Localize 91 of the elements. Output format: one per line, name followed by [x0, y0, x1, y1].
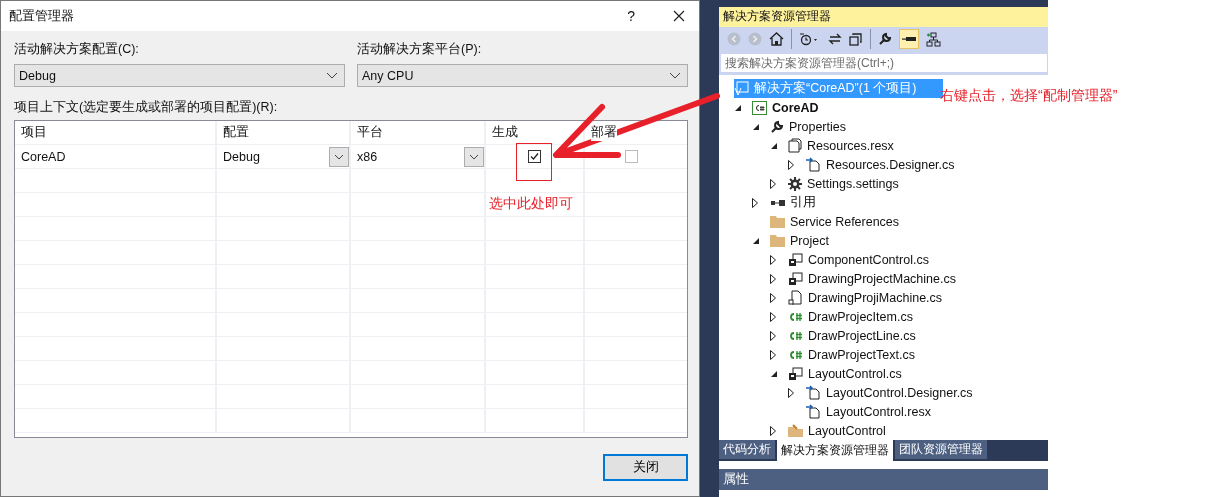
close-button[interactable]: 关闭	[603, 453, 688, 481]
csharp-file-icon	[788, 349, 803, 360]
panel-tab[interactable]: 解决方案资源管理器	[777, 440, 893, 462]
pin-button[interactable]	[899, 29, 919, 50]
collapsed-arrow-icon[interactable]	[752, 197, 758, 208]
deploy-checkbox[interactable]	[625, 150, 638, 163]
grid-label: 项目上下文(选定要生成或部署的项目配置)(R):	[13, 99, 279, 116]
gear-icon	[788, 176, 802, 191]
column-header: 生成	[492, 124, 518, 141]
annotation-note: 选中此处即可	[489, 195, 573, 213]
column-header: 平台	[357, 124, 383, 141]
collapsed-arrow-icon[interactable]	[770, 178, 776, 189]
collapsed-arrow-icon[interactable]	[770, 292, 776, 303]
tree-item[interactable]: Service References	[770, 212, 904, 232]
chevron-down-icon	[334, 153, 344, 160]
column-header: 配置	[223, 124, 249, 141]
platform-cell-dropdown[interactable]: x86	[351, 145, 486, 168]
linked-file-icon	[806, 404, 821, 420]
tree-item[interactable]: Project	[770, 231, 833, 251]
column-header: 部署	[591, 124, 617, 141]
properties-title: 属性	[723, 471, 749, 489]
highlight-frame	[516, 143, 552, 181]
expanded-arrow-icon[interactable]	[770, 141, 778, 150]
tree-item[interactable]: Properties	[770, 117, 850, 137]
pin-icon	[902, 36, 916, 43]
collapsed-arrow-icon[interactable]	[770, 311, 776, 322]
panel-tab[interactable]: 代码分析	[719, 440, 775, 460]
tree-item[interactable]: LayoutControl.cs	[788, 364, 906, 384]
linked-file-icon	[806, 157, 821, 173]
config-label: 活动解决方案配置(C):	[14, 41, 140, 58]
tree-item[interactable]: DrawProjecItem.cs	[788, 307, 917, 327]
column-header: 项目	[21, 124, 47, 141]
tree-item[interactable]: Resources.Designer.cs	[806, 155, 959, 175]
chevron-down-icon	[669, 71, 681, 80]
tree-item[interactable]: DrawProjectText.cs	[788, 345, 919, 365]
panel-title: 解决方案资源管理器	[723, 8, 831, 26]
tree-item[interactable]: DrawingProjectMachine.cs	[788, 269, 960, 289]
close-icon[interactable]	[673, 10, 685, 22]
document-icon	[788, 290, 803, 306]
collapsed-arrow-icon[interactable]	[788, 387, 794, 398]
document-icon	[788, 138, 802, 154]
build-checkbox[interactable]	[528, 150, 541, 163]
csharp-file-icon	[788, 311, 803, 322]
tree-item[interactable]: Settings.settings	[788, 174, 903, 194]
tree-item[interactable]: LayoutControl.Designer.cs	[806, 383, 977, 403]
linked-file-icon	[806, 385, 821, 401]
tree-item[interactable]: CoreAD	[752, 98, 823, 118]
folder-icon	[770, 234, 785, 248]
collapsed-arrow-icon[interactable]	[788, 159, 794, 170]
class-diagram-icon[interactable]	[926, 31, 941, 47]
home-icon[interactable]	[769, 32, 784, 47]
tree-item[interactable]: DrawingProjiMachine.cs	[788, 288, 947, 308]
help-button[interactable]: ?	[627, 8, 635, 24]
annotation-note: 右键点击，选择“配制管理器”	[940, 87, 1118, 105]
collapsed-arrow-icon[interactable]	[770, 330, 776, 341]
solution-icon	[734, 81, 749, 97]
search-field[interactable]: 搜索解决方案资源管理器(Ctrl+;)	[720, 53, 1048, 74]
form-icon	[788, 252, 803, 267]
sync-icon[interactable]	[828, 32, 842, 47]
chevron-down-icon	[469, 153, 479, 160]
form-icon	[788, 366, 803, 381]
references-icon	[770, 197, 785, 208]
expanded-arrow-icon[interactable]	[752, 122, 760, 131]
tree-item[interactable]: 引用	[770, 193, 820, 213]
tree-item[interactable]: LayoutControl.resx	[806, 402, 935, 422]
window-title: 配置管理器	[9, 7, 74, 25]
tree-item[interactable]: LayoutControl	[788, 421, 890, 441]
collapsed-arrow-icon[interactable]	[770, 254, 776, 265]
platform-label: 活动解决方案平台(P):	[357, 41, 483, 58]
expanded-arrow-icon[interactable]	[734, 103, 742, 112]
chevron-down-icon	[326, 71, 338, 80]
collapsed-arrow-icon[interactable]	[770, 273, 776, 284]
wrench-icon[interactable]	[878, 32, 892, 47]
expanded-arrow-icon[interactable]	[770, 369, 778, 378]
collapse-all-icon[interactable]	[849, 32, 863, 47]
collapsed-arrow-icon[interactable]	[770, 425, 776, 436]
table-cell: CoreAD	[21, 149, 66, 164]
folder-icon	[788, 424, 803, 438]
csharp-file-icon	[788, 330, 803, 341]
tree-item[interactable]: ComponentControl.cs	[788, 250, 933, 270]
form-icon	[788, 271, 803, 286]
panel-tab[interactable]: 团队资源管理器	[895, 440, 987, 460]
config-cell-dropdown[interactable]: Debug	[217, 145, 351, 168]
folder-icon	[770, 215, 785, 229]
collapsed-arrow-icon[interactable]	[770, 349, 776, 360]
platform-dropdown[interactable]: Any CPU	[357, 64, 688, 87]
tree-item[interactable]: Resources.resx	[788, 136, 898, 156]
config-dropdown[interactable]: Debug	[14, 64, 345, 87]
wrench-icon	[770, 119, 784, 134]
tree-item[interactable]: DrawProjectLine.cs	[788, 326, 920, 346]
expanded-arrow-icon[interactable]	[752, 236, 760, 245]
